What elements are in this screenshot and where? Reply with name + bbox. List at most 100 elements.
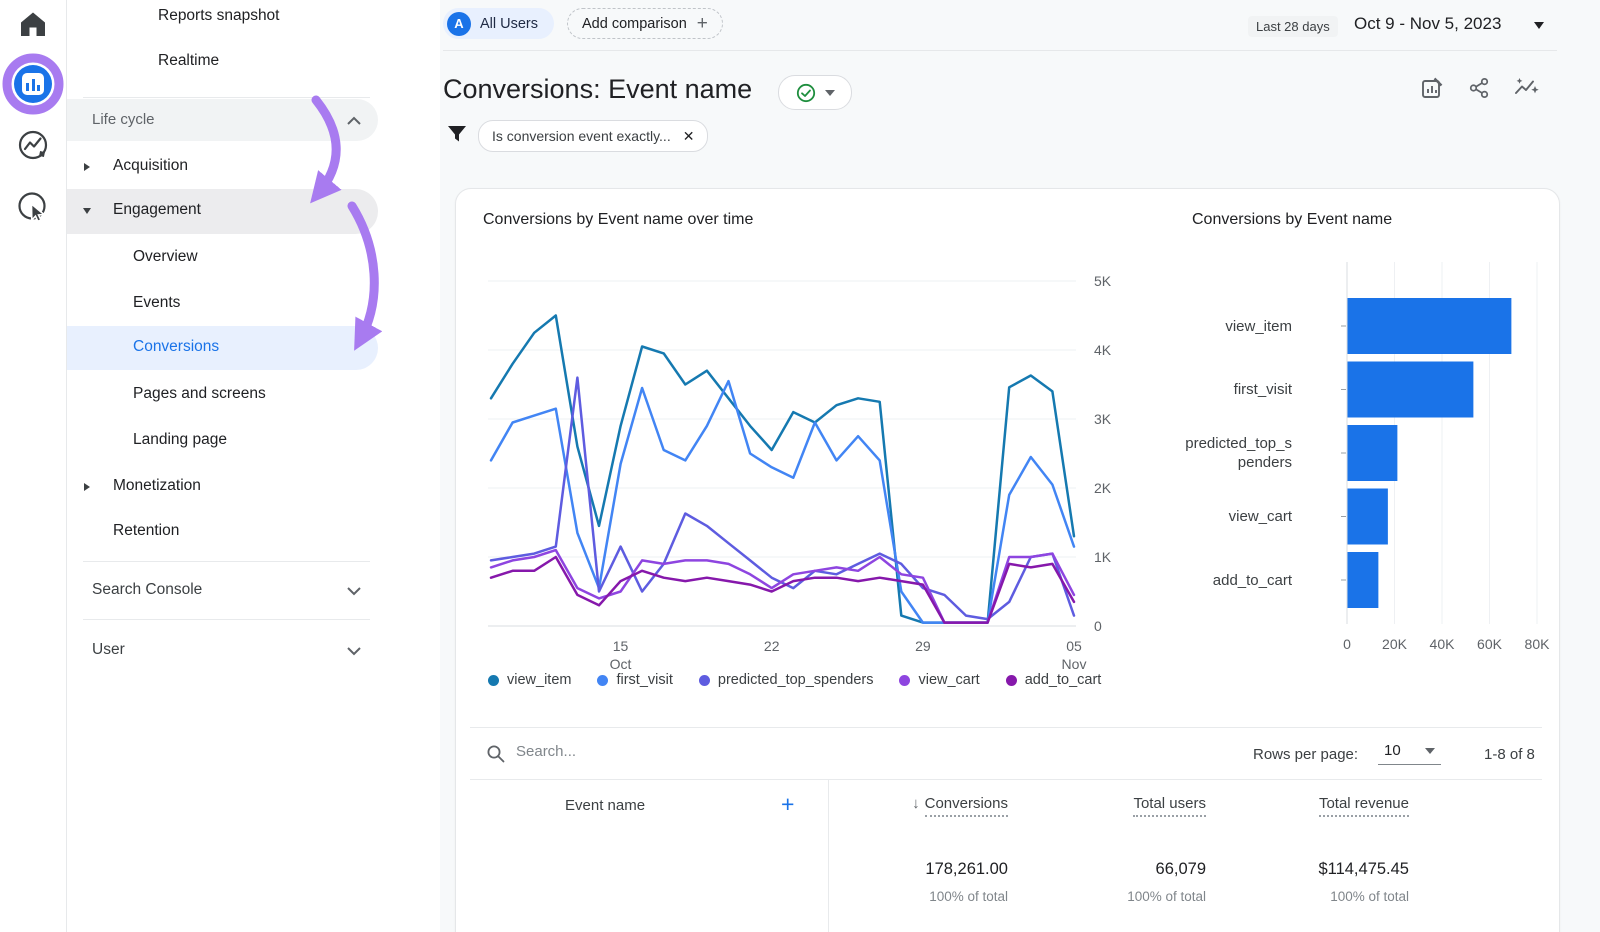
sidebar-item-monetization[interactable]: Monetization xyxy=(66,472,378,502)
report-toolbar xyxy=(1420,76,1540,100)
column-header-total-revenue[interactable]: Total revenue xyxy=(1249,795,1409,812)
table-column-divider xyxy=(828,780,829,932)
customize-report-icon[interactable] xyxy=(1420,76,1444,100)
totals-users: 66,079 xyxy=(1056,860,1206,879)
svg-text:29: 29 xyxy=(915,638,931,654)
sidebar-item-landing-page[interactable]: Landing page xyxy=(133,431,227,449)
svg-text:Oct: Oct xyxy=(610,656,632,670)
bar-chart-category-labels: view_item first_visit predicted_top_spende… xyxy=(1178,252,1308,652)
totals-revenue-subtext: 100% of total xyxy=(1249,889,1409,904)
date-range-picker[interactable]: Oct 9 - Nov 5, 2023 xyxy=(1354,14,1501,34)
nav-rail xyxy=(0,0,67,932)
table-search-input[interactable] xyxy=(514,742,898,761)
bar-category-label: view_cart xyxy=(1178,489,1292,545)
bar-category-label: view_item xyxy=(1178,298,1292,354)
rows-per-page-select[interactable]: 10 xyxy=(1378,742,1441,765)
close-icon[interactable]: ✕ xyxy=(683,128,695,145)
column-header-conversions[interactable]: ↓Conversions xyxy=(838,795,1008,812)
svg-text:2K: 2K xyxy=(1094,480,1112,496)
segment-avatar: A xyxy=(447,12,471,36)
sidebar-item-acquisition[interactable]: Acquisition xyxy=(66,152,378,182)
legend-item[interactable]: first_visit xyxy=(597,672,672,688)
svg-text:60K: 60K xyxy=(1477,636,1503,652)
chart-legend: view_item first_visit predicted_top_spende… xyxy=(488,672,1127,688)
sidebar: Reports snapshot Realtime Life cycle Acq… xyxy=(66,0,440,932)
totals-conversions-subtext: 100% of total xyxy=(838,889,1008,904)
filter-funnel-icon xyxy=(447,125,467,147)
table-header-border xyxy=(470,779,1542,780)
explore-icon[interactable] xyxy=(16,128,50,162)
sidebar-item-conversions[interactable]: Conversions xyxy=(66,326,378,370)
column-header-total-users[interactable]: Total users xyxy=(1056,795,1206,812)
chevron-up-icon xyxy=(346,116,362,126)
reports-icon[interactable] xyxy=(14,65,52,103)
sidebar-item-overview[interactable]: Overview xyxy=(133,248,198,266)
bar-category-label: add_to_cart xyxy=(1178,552,1292,608)
column-header-event-name[interactable]: Event name xyxy=(565,797,645,814)
rows-per-page-label: Rows per page: xyxy=(1253,746,1358,763)
line-chart: 01K2K3K4K5K15Oct222905Nov xyxy=(488,258,1118,670)
bar-category-label: predicted_top_spenders xyxy=(1178,425,1292,481)
svg-text:80K: 80K xyxy=(1525,636,1551,652)
ga4-app: Reports snapshot Realtime Life cycle Acq… xyxy=(0,0,1600,932)
sidebar-divider xyxy=(83,619,370,620)
date-preset-badge: Last 28 days xyxy=(1248,16,1338,37)
svg-text:40K: 40K xyxy=(1430,636,1456,652)
expand-icon xyxy=(84,163,90,171)
filter-row: Is conversion event exactly... ✕ xyxy=(447,120,708,152)
svg-text:0: 0 xyxy=(1343,636,1351,652)
bar-category-label: first_visit xyxy=(1178,362,1292,418)
sidebar-section-user[interactable]: User xyxy=(66,636,378,666)
caret-down-icon xyxy=(1425,748,1435,754)
card-section-divider xyxy=(470,727,1542,728)
sort-desc-icon: ↓ xyxy=(912,795,920,812)
home-icon[interactable] xyxy=(17,8,49,40)
svg-text:Nov: Nov xyxy=(1062,656,1087,670)
sidebar-item-retention[interactable]: Retention xyxy=(113,522,179,540)
svg-text:0: 0 xyxy=(1094,618,1102,634)
totals-revenue: $114,475.45 xyxy=(1249,860,1409,879)
legend-item[interactable]: predicted_top_spenders xyxy=(699,672,874,688)
svg-text:5K: 5K xyxy=(1094,273,1112,289)
svg-text:15: 15 xyxy=(613,638,629,654)
caret-down-icon xyxy=(825,90,835,96)
sidebar-item-pages-and-screens[interactable]: Pages and screens xyxy=(133,385,266,403)
segment-label: All Users xyxy=(480,16,538,32)
plus-icon: + xyxy=(697,14,708,33)
svg-text:20K: 20K xyxy=(1382,636,1408,652)
advertising-icon[interactable] xyxy=(16,190,50,224)
sidebar-item-events[interactable]: Events xyxy=(133,294,180,312)
add-column-icon[interactable]: + xyxy=(781,791,794,818)
legend-item[interactable]: view_cart xyxy=(899,672,979,688)
expand-icon xyxy=(84,483,90,491)
legend-item[interactable]: view_item xyxy=(488,672,571,688)
svg-text:4K: 4K xyxy=(1094,342,1112,358)
svg-text:1K: 1K xyxy=(1094,549,1112,565)
sidebar-item-engagement[interactable]: Engagement xyxy=(66,189,378,234)
insights-icon[interactable] xyxy=(1514,76,1540,100)
segment-chip-all-users[interactable]: A All Users xyxy=(443,8,554,39)
page-title: Conversions: Event name xyxy=(443,74,752,105)
add-comparison-button[interactable]: Add comparison + xyxy=(567,8,723,39)
share-icon[interactable] xyxy=(1468,76,1490,100)
chevron-down-icon xyxy=(346,646,362,656)
sidebar-section-search-console[interactable]: Search Console xyxy=(66,576,378,606)
svg-text:22: 22 xyxy=(764,638,780,654)
totals-users-subtext: 100% of total xyxy=(1056,889,1206,904)
collapse-icon xyxy=(83,208,91,214)
sidebar-divider xyxy=(83,97,370,98)
bar-chart-title: Conversions by Event name xyxy=(1192,211,1392,229)
sidebar-divider xyxy=(83,561,370,562)
line-chart-title: Conversions by Event name over time xyxy=(483,211,753,229)
check-circle-icon xyxy=(796,83,816,103)
svg-text:3K: 3K xyxy=(1094,411,1112,427)
legend-item[interactable]: add_to_cart xyxy=(1006,672,1102,688)
date-caret-icon[interactable] xyxy=(1534,22,1544,29)
report-status-badge[interactable] xyxy=(778,75,852,110)
sidebar-section-life-cycle[interactable]: Life cycle xyxy=(66,99,378,141)
filter-chip[interactable]: Is conversion event exactly... ✕ xyxy=(478,120,708,152)
sidebar-item-realtime[interactable]: Realtime xyxy=(158,52,219,70)
search-icon xyxy=(486,744,506,764)
sidebar-item-reports-snapshot[interactable]: Reports snapshot xyxy=(158,7,280,25)
topbar-divider xyxy=(443,50,1557,51)
